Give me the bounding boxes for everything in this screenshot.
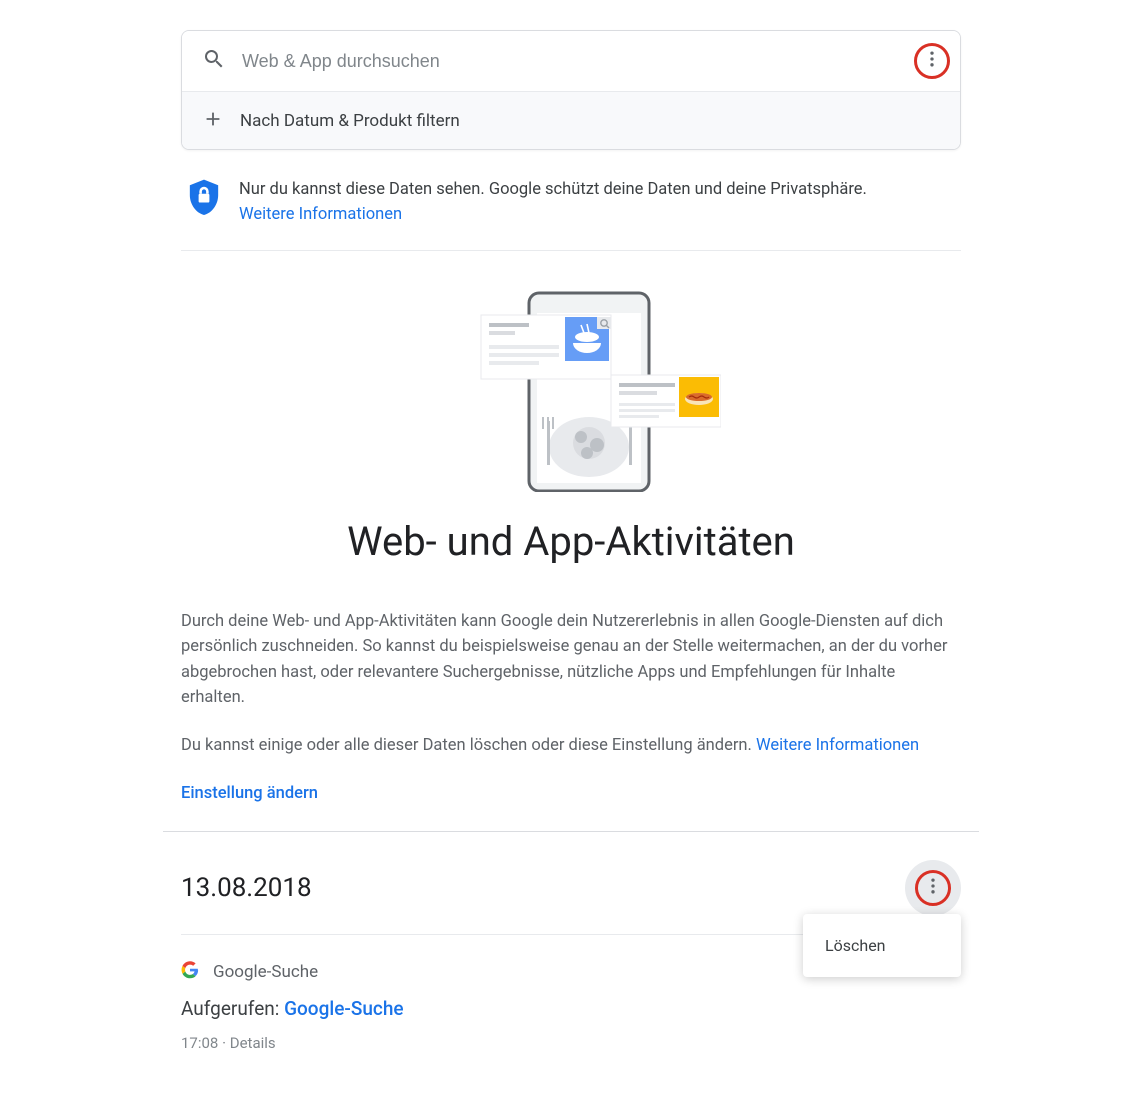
privacy-more-link[interactable]: Weitere Informationen [239,205,402,224]
search-filter-card: Nach Datum & Produkt filtern [181,30,961,150]
activity-service-name: Google-Suche [213,962,318,982]
description-p2-prefix: Du kannst einige oder alle dieser Daten … [181,736,756,755]
change-setting-link[interactable]: Einstellung ändern [181,784,318,803]
hero-illustration [181,287,961,492]
more-vert-icon [923,876,943,900]
date-options-menu: Löschen [803,914,961,977]
search-row [182,31,960,91]
search-icon [202,47,226,75]
activity-action-link[interactable]: Google-Suche [284,997,403,1020]
activity-date: 13.08.2018 [181,873,312,903]
date-more-button[interactable] [905,860,961,916]
search-more-button[interactable] [914,43,950,79]
divider [181,250,961,251]
description-paragraph-1: Durch deine Web- und App-Aktivitäten kan… [181,609,961,711]
activity-title: Aufgerufen: Google-Suche [181,997,961,1020]
description-paragraph-2: Du kannst einige oder alle dieser Daten … [181,733,961,759]
description-more-link[interactable]: Weitere Informationen [756,736,919,755]
more-vert-icon [922,49,942,73]
meta-separator: · [222,1034,230,1052]
activity-meta: 17:08 · Details [181,1034,961,1052]
privacy-text: Nur du kannst diese Daten sehen. Google … [239,180,867,199]
activity-date-row: 13.08.2018 Löschen [181,832,961,934]
plus-icon [202,108,224,134]
privacy-note: Nur du kannst diese Daten sehen. Google … [181,178,961,228]
filter-label: Nach Datum & Produkt filtern [240,111,460,131]
shield-lock-icon [187,178,221,222]
page-title: Web- und App-Aktivitäten [181,518,961,565]
activity-time: 17:08 [181,1034,218,1052]
filter-button[interactable]: Nach Datum & Produkt filtern [182,91,960,149]
activity-action-prefix: Aufgerufen: [181,997,284,1020]
menu-item-delete[interactable]: Löschen [803,922,961,969]
search-input[interactable] [242,51,914,72]
activity-details-link[interactable]: Details [230,1034,276,1052]
google-g-icon [181,961,199,983]
